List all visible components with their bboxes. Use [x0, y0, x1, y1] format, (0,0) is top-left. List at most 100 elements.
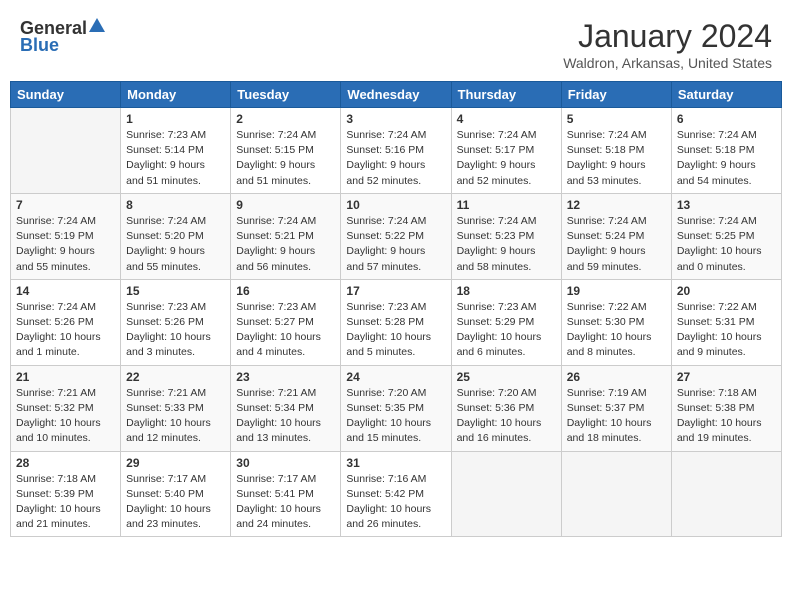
day-info: Sunrise: 7:24 AMSunset: 5:24 PMDaylight:…	[567, 214, 666, 275]
weekday-header-sunday: Sunday	[11, 82, 121, 108]
day-info: Sunrise: 7:24 AMSunset: 5:17 PMDaylight:…	[457, 128, 556, 189]
calendar-cell: 21Sunrise: 7:21 AMSunset: 5:32 PMDayligh…	[11, 365, 121, 451]
calendar-cell: 4 Sunrise: 7:24 AMSunset: 5:17 PMDaylight…	[451, 108, 561, 194]
day-info: Sunrise: 7:21 AMSunset: 5:32 PMDaylight:…	[16, 386, 115, 447]
calendar-cell: 17 Sunrise: 7:23 AMSunset: 5:28 PMDayligh…	[341, 279, 451, 365]
day-info: Sunrise: 7:17 AMSunset: 5:41 PMDaylight:…	[236, 472, 335, 533]
day-info: Sunrise: 7:24 AMSunset: 5:19 PMDaylight:…	[16, 214, 115, 275]
day-info: Sunrise: 7:18 AMSunset: 5:39 PMDaylight:…	[16, 472, 115, 533]
month-title: January 2024	[563, 18, 772, 55]
day-number: 31	[346, 456, 445, 470]
day-info: Sunrise: 7:24 AMSunset: 5:25 PMDaylight:…	[677, 214, 776, 275]
calendar-table: SundayMondayTuesdayWednesdayThursdayFrid…	[10, 81, 782, 537]
calendar-cell: 16 Sunrise: 7:23 AMSunset: 5:27 PMDayligh…	[231, 279, 341, 365]
calendar-cell: 20 Sunrise: 7:22 AMSunset: 5:31 PMDayligh…	[671, 279, 781, 365]
day-number: 20	[677, 284, 776, 298]
day-number: 17	[346, 284, 445, 298]
calendar-cell: 25 Sunrise: 7:20 AMSunset: 5:36 PMDayligh…	[451, 365, 561, 451]
calendar-cell: 12 Sunrise: 7:24 AMSunset: 5:24 PMDayligh…	[561, 193, 671, 279]
page-header: General Blue January 2024 Waldron, Arkan…	[10, 10, 782, 77]
logo-blue: Blue	[20, 35, 59, 56]
day-info: Sunrise: 7:19 AMSunset: 5:37 PMDaylight:…	[567, 386, 666, 447]
calendar-cell: 6 Sunrise: 7:24 AMSunset: 5:18 PMDaylight…	[671, 108, 781, 194]
day-number: 18	[457, 284, 556, 298]
day-info: Sunrise: 7:24 AMSunset: 5:22 PMDaylight:…	[346, 214, 445, 275]
day-number: 4	[457, 112, 556, 126]
day-info: Sunrise: 7:23 AMSunset: 5:27 PMDaylight:…	[236, 300, 335, 361]
day-info: Sunrise: 7:22 AMSunset: 5:31 PMDaylight:…	[677, 300, 776, 361]
calendar-cell: 9 Sunrise: 7:24 AMSunset: 5:21 PMDaylight…	[231, 193, 341, 279]
logo: General Blue	[20, 18, 105, 56]
calendar-cell: 24 Sunrise: 7:20 AMSunset: 5:35 PMDayligh…	[341, 365, 451, 451]
day-info: Sunrise: 7:24 AMSunset: 5:23 PMDaylight:…	[457, 214, 556, 275]
day-number: 12	[567, 198, 666, 212]
location-subtitle: Waldron, Arkansas, United States	[563, 55, 772, 71]
day-info: Sunrise: 7:24 AMSunset: 5:18 PMDaylight:…	[677, 128, 776, 189]
day-number: 30	[236, 456, 335, 470]
day-info: Sunrise: 7:21 AMSunset: 5:33 PMDaylight:…	[126, 386, 225, 447]
day-info: Sunrise: 7:16 AMSunset: 5:42 PMDaylight:…	[346, 472, 445, 533]
day-number: 6	[677, 112, 776, 126]
calendar-cell: 29Sunrise: 7:17 AMSunset: 5:40 PMDayligh…	[121, 451, 231, 537]
calendar-cell: 26 Sunrise: 7:19 AMSunset: 5:37 PMDayligh…	[561, 365, 671, 451]
calendar-cell: 7 Sunrise: 7:24 AMSunset: 5:19 PMDaylight…	[11, 193, 121, 279]
day-number: 24	[346, 370, 445, 384]
day-info: Sunrise: 7:24 AMSunset: 5:15 PMDaylight:…	[236, 128, 335, 189]
day-number: 16	[236, 284, 335, 298]
weekday-header-friday: Friday	[561, 82, 671, 108]
day-info: Sunrise: 7:24 AMSunset: 5:26 PMDaylight:…	[16, 300, 115, 361]
day-number: 22	[126, 370, 225, 384]
day-info: Sunrise: 7:24 AMSunset: 5:16 PMDaylight:…	[346, 128, 445, 189]
day-number: 3	[346, 112, 445, 126]
day-number: 5	[567, 112, 666, 126]
weekday-header-monday: Monday	[121, 82, 231, 108]
calendar-header-row: SundayMondayTuesdayWednesdayThursdayFrid…	[11, 82, 782, 108]
calendar-cell: 10 Sunrise: 7:24 AMSunset: 5:22 PMDayligh…	[341, 193, 451, 279]
day-number: 14	[16, 284, 115, 298]
day-number: 25	[457, 370, 556, 384]
day-info: Sunrise: 7:23 AMSunset: 5:26 PMDaylight:…	[126, 300, 225, 361]
day-number: 9	[236, 198, 335, 212]
calendar-cell: 2 Sunrise: 7:24 AMSunset: 5:15 PMDaylight…	[231, 108, 341, 194]
calendar-cell: 23 Sunrise: 7:21 AMSunset: 5:34 PMDayligh…	[231, 365, 341, 451]
day-number: 11	[457, 198, 556, 212]
day-number: 10	[346, 198, 445, 212]
day-info: Sunrise: 7:24 AMSunset: 5:21 PMDaylight:…	[236, 214, 335, 275]
day-info: Sunrise: 7:23 AMSunset: 5:29 PMDaylight:…	[457, 300, 556, 361]
weekday-header-thursday: Thursday	[451, 82, 561, 108]
day-number: 15	[126, 284, 225, 298]
day-number: 26	[567, 370, 666, 384]
day-info: Sunrise: 7:20 AMSunset: 5:36 PMDaylight:…	[457, 386, 556, 447]
calendar-cell: 27 Sunrise: 7:18 AMSunset: 5:38 PMDayligh…	[671, 365, 781, 451]
calendar-cell: 31 Sunrise: 7:16 AMSunset: 5:42 PMDayligh…	[341, 451, 451, 537]
day-number: 28	[16, 456, 115, 470]
calendar-cell	[671, 451, 781, 537]
day-info: Sunrise: 7:18 AMSunset: 5:38 PMDaylight:…	[677, 386, 776, 447]
weekday-header-wednesday: Wednesday	[341, 82, 451, 108]
title-block: January 2024 Waldron, Arkansas, United S…	[563, 18, 772, 71]
calendar-cell: 5Sunrise: 7:24 AMSunset: 5:18 PMDaylight…	[561, 108, 671, 194]
day-info: Sunrise: 7:22 AMSunset: 5:30 PMDaylight:…	[567, 300, 666, 361]
calendar-cell: 18 Sunrise: 7:23 AMSunset: 5:29 PMDayligh…	[451, 279, 561, 365]
day-info: Sunrise: 7:23 AMSunset: 5:14 PMDaylight:…	[126, 128, 225, 189]
calendar-cell: 22 Sunrise: 7:21 AMSunset: 5:33 PMDayligh…	[121, 365, 231, 451]
calendar-week-row: 7 Sunrise: 7:24 AMSunset: 5:19 PMDaylight…	[11, 193, 782, 279]
day-info: Sunrise: 7:23 AMSunset: 5:28 PMDaylight:…	[346, 300, 445, 361]
calendar-cell: 15 Sunrise: 7:23 AMSunset: 5:26 PMDayligh…	[121, 279, 231, 365]
calendar-cell	[11, 108, 121, 194]
day-number: 2	[236, 112, 335, 126]
calendar-cell: 14 Sunrise: 7:24 AMSunset: 5:26 PMDayligh…	[11, 279, 121, 365]
day-number: 29	[126, 456, 225, 470]
calendar-week-row: 14 Sunrise: 7:24 AMSunset: 5:26 PMDayligh…	[11, 279, 782, 365]
calendar-cell: 13 Sunrise: 7:24 AMSunset: 5:25 PMDayligh…	[671, 193, 781, 279]
day-number: 7	[16, 198, 115, 212]
day-number: 13	[677, 198, 776, 212]
calendar-cell: 11 Sunrise: 7:24 AMSunset: 5:23 PMDayligh…	[451, 193, 561, 279]
logo-triangle-icon	[89, 16, 105, 37]
day-info: Sunrise: 7:20 AMSunset: 5:35 PMDaylight:…	[346, 386, 445, 447]
day-info: Sunrise: 7:21 AMSunset: 5:34 PMDaylight:…	[236, 386, 335, 447]
calendar-cell: 3 Sunrise: 7:24 AMSunset: 5:16 PMDaylight…	[341, 108, 451, 194]
day-number: 23	[236, 370, 335, 384]
calendar-week-row: 1Sunrise: 7:23 AMSunset: 5:14 PMDaylight…	[11, 108, 782, 194]
day-number: 27	[677, 370, 776, 384]
